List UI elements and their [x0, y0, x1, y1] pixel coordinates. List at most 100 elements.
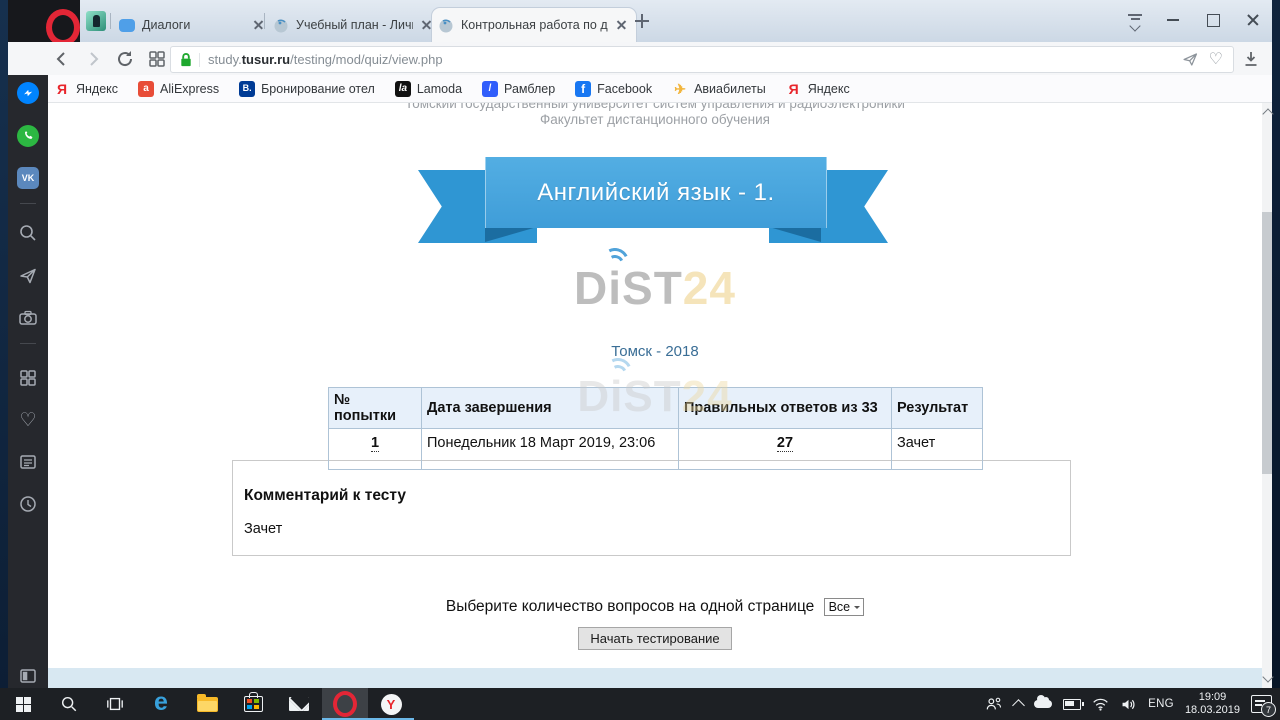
city-year-label: Томск - 2018 — [48, 343, 1262, 360]
scroll-up-icon[interactable] — [1262, 108, 1273, 119]
edge-icon: e — [154, 690, 168, 715]
airplane-icon: ✈ — [672, 81, 688, 97]
yandex-icon: Я — [54, 81, 70, 97]
bookmark-aliexpress[interactable]: a AliExpress — [138, 81, 219, 97]
watermark-arc — [607, 363, 630, 386]
taskbar-search-button[interactable] — [46, 688, 92, 720]
opera-logo-icon — [46, 9, 80, 46]
facebook-icon: f — [575, 81, 591, 97]
whatsapp-icon[interactable] — [17, 125, 39, 147]
tab-bar: Диалоги Учебный план - Личный — [8, 0, 1272, 42]
my-flow-icon[interactable] — [17, 265, 39, 287]
window-close-button[interactable] — [1235, 6, 1271, 34]
start-button[interactable] — [0, 688, 46, 720]
time: 19:09 — [1185, 691, 1240, 704]
system-tray: ENG 19:09 18.03.2019 7 — [985, 688, 1280, 720]
address-bar[interactable]: study.tusur.ru/testing/mod/quiz/view.php… — [170, 46, 1234, 73]
tab-label: Контрольная работа по д — [461, 18, 608, 32]
site-favicon — [273, 17, 289, 33]
speed-dial-grid-icon[interactable] — [146, 48, 168, 70]
download-icon[interactable] — [1241, 49, 1261, 69]
bookmark-aviabilety[interactable]: ✈ Авиабилеты — [672, 81, 766, 97]
attempt-link[interactable]: 1 — [371, 435, 379, 452]
comment-title: Комментарий к тесту — [244, 487, 1070, 505]
tab-label: Диалоги — [142, 18, 245, 32]
snapshot-camera-icon[interactable] — [17, 307, 39, 329]
sidebar-divider — [20, 343, 36, 344]
yandex-browser-icon: Y — [381, 694, 402, 715]
dist24-logo: DiST24 — [48, 265, 1262, 311]
tab-dialogi[interactable]: Диалоги — [113, 8, 273, 42]
bookmark-facebook[interactable]: f Facebook — [575, 81, 652, 97]
mail-button[interactable] — [276, 688, 322, 720]
new-tab-button[interactable] — [634, 13, 650, 29]
bookmarks-heart-icon[interactable]: ♡ — [17, 409, 39, 431]
reload-icon[interactable] — [114, 48, 136, 70]
col-result: Результат — [892, 388, 983, 429]
microsoft-store-button[interactable] — [230, 688, 276, 720]
bookmark-heart-icon[interactable]: ♡ — [1209, 52, 1223, 68]
search-icon[interactable] — [17, 222, 39, 244]
secure-lock-icon — [180, 52, 192, 67]
messenger-icon[interactable] — [17, 82, 39, 104]
bookmark-lamoda[interactable]: la Lamoda — [395, 81, 462, 97]
action-center-icon[interactable]: 7 — [1251, 695, 1272, 713]
folder-icon — [197, 697, 218, 712]
university-name: Томский государственный университет сист… — [48, 103, 1262, 112]
my-flow-send-icon[interactable] — [1182, 51, 1199, 68]
bookmark-rambler[interactable]: / Рамблер — [482, 81, 555, 97]
window-maximize-button[interactable] — [1195, 6, 1231, 34]
address-bar-divider — [199, 53, 200, 67]
window-minimize-button[interactable] — [1155, 6, 1191, 34]
scrollbar-thumb[interactable] — [1262, 212, 1272, 474]
tab-close-icon[interactable] — [614, 17, 630, 33]
tab-separator — [110, 13, 111, 29]
history-clock-icon[interactable] — [17, 493, 39, 515]
correct-cell: 27 — [679, 429, 892, 470]
tab-uchebny-plan[interactable]: Учебный план - Личный — [267, 8, 441, 42]
questions-per-page-select[interactable]: Все — [824, 598, 865, 616]
date: 18.03.2019 — [1185, 704, 1240, 717]
attempt-cell: 1 — [329, 429, 422, 470]
opera-taskbar-button[interactable] — [322, 688, 368, 720]
start-test-button[interactable]: Начать тестирование — [578, 627, 731, 650]
file-explorer-button[interactable] — [184, 688, 230, 720]
chevron-down-icon — [854, 606, 860, 612]
onedrive-cloud-icon[interactable] — [1034, 700, 1052, 708]
web-page-content: Томский государственный университет сист… — [48, 103, 1262, 688]
finished-cell: Понедельник 18 Март 2019, 23:06 — [422, 429, 679, 470]
bookmark-booking[interactable]: B. Бронирование отел — [239, 81, 375, 97]
correct-link[interactable]: 27 — [777, 435, 793, 452]
col-finished: Дата завершения — [422, 388, 679, 429]
scroll-down-icon[interactable] — [1262, 671, 1273, 682]
pinned-tab-favicon — [93, 15, 100, 27]
back-icon[interactable] — [51, 48, 73, 70]
table-header-row: № попытки Дата завершения Правильных отв… — [329, 388, 983, 429]
volume-icon[interactable] — [1120, 697, 1137, 712]
task-view-button[interactable] — [92, 688, 138, 720]
speed-dial-icon[interactable] — [17, 367, 39, 389]
pinned-tab[interactable] — [86, 11, 106, 31]
people-icon[interactable] — [985, 696, 1003, 712]
bookmark-yandex[interactable]: Я Яндекс — [54, 81, 118, 97]
yandex-browser-button[interactable]: Y — [368, 688, 414, 720]
tab-separator — [264, 13, 265, 29]
personal-news-icon[interactable] — [17, 451, 39, 473]
sidebar-setup-icon[interactable] — [17, 665, 39, 687]
bookmark-yandex-2[interactable]: Я Яндекс — [786, 81, 850, 97]
wifi-icon[interactable] — [1092, 697, 1109, 711]
result-cell: Зачет — [892, 429, 983, 470]
language-indicator[interactable]: ENG — [1148, 698, 1174, 710]
clock[interactable]: 19:09 18.03.2019 — [1185, 691, 1240, 717]
tray-expand-chevron-icon[interactable] — [1014, 698, 1023, 710]
edge-button[interactable]: e — [138, 688, 184, 720]
battery-icon[interactable] — [1063, 699, 1081, 710]
store-bag-icon — [244, 696, 263, 712]
vk-icon[interactable]: VK — [17, 167, 39, 189]
forward-icon[interactable] — [82, 48, 104, 70]
page-scrollbar[interactable] — [1262, 103, 1272, 688]
tab-kontrolnaya-active[interactable]: Контрольная работа по д — [432, 8, 636, 42]
tab-menu-icon[interactable] — [1126, 14, 1144, 28]
desktop-background: Диалоги Учебный план - Личный — [0, 0, 1280, 720]
opera-menu-button[interactable] — [8, 0, 80, 42]
